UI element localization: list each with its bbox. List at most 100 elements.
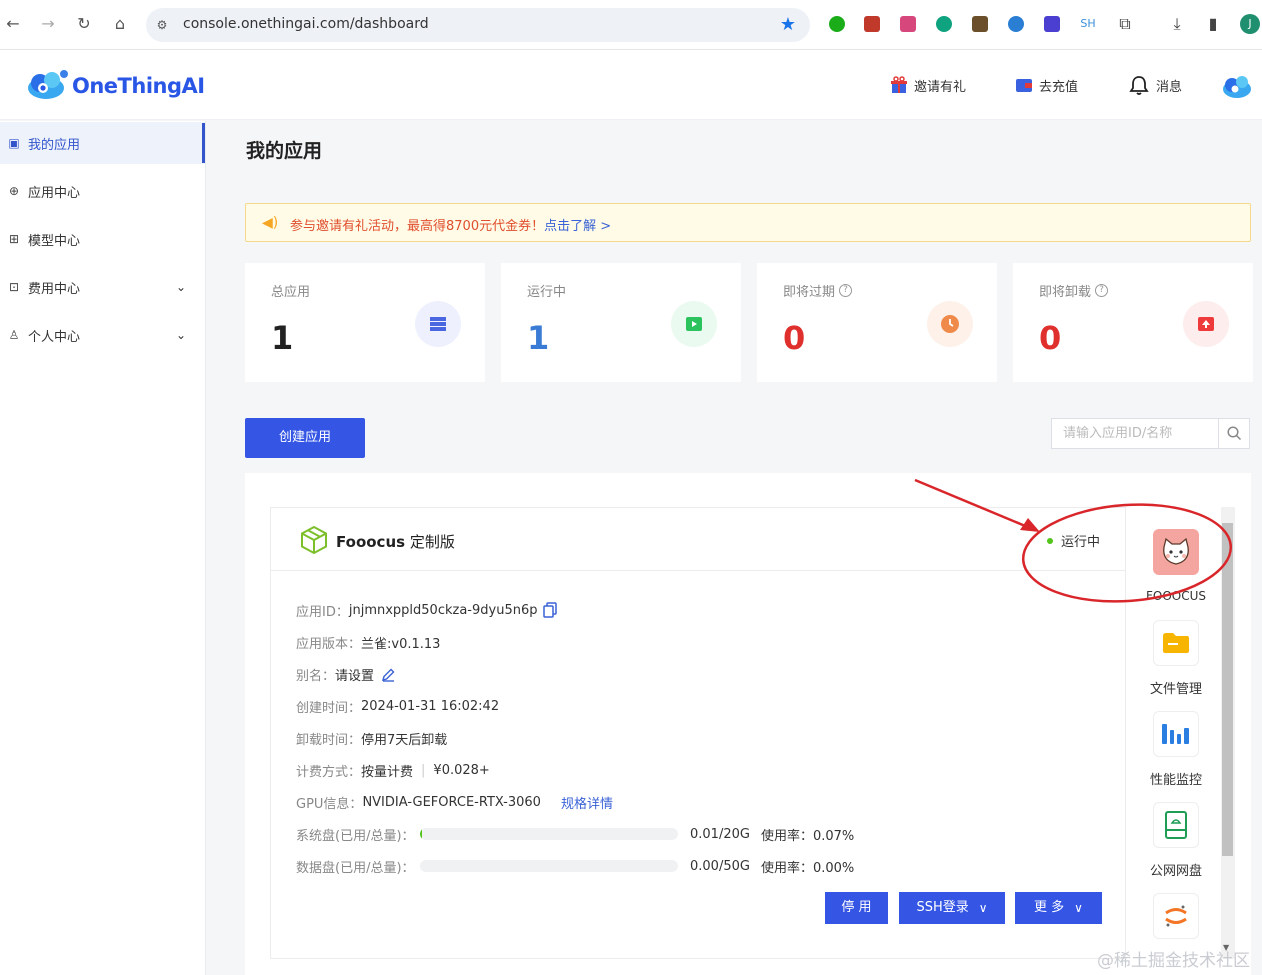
field-label: 创建时间：: [296, 700, 362, 716]
extensions-puzzle-icon[interactable]: ⧉: [1114, 13, 1136, 35]
notice-link[interactable]: 点击了解 >: [544, 219, 611, 234]
cat-face-icon: [1153, 529, 1199, 575]
search-button[interactable]: [1218, 419, 1250, 448]
sidebar-item-label: 应用中心: [28, 185, 81, 201]
stat-card-running: 运行中 1: [501, 263, 741, 382]
help-icon[interactable]: ?: [1095, 284, 1109, 297]
clock-icon: [927, 301, 973, 347]
app-name-main: Fooocus: [336, 533, 406, 551]
bell-icon: [1129, 76, 1149, 95]
search-box: [1051, 418, 1250, 449]
stat-label-text: 即将过期: [783, 285, 836, 300]
copy-icon[interactable]: [543, 602, 558, 618]
chatgpt-extension-icon[interactable]: [936, 16, 952, 32]
shield-extension-icon[interactable]: [1044, 16, 1060, 32]
download-icon[interactable]: ⤓: [1166, 13, 1188, 35]
stat-value: 1: [271, 319, 294, 357]
sidebar-item-app-center[interactable]: ⊕ 应用中心: [0, 170, 205, 212]
stat-value: 0: [1039, 319, 1062, 357]
info-row-version: 应用版本： 兰雀:v0.1.13: [296, 632, 440, 652]
wechat-extension-icon[interactable]: [829, 16, 845, 32]
status-label: 运行中: [1061, 535, 1101, 550]
sidepanel-icon[interactable]: ▮: [1202, 13, 1224, 35]
edit-icon[interactable]: [381, 667, 396, 682]
stat-card-total: 总应用 1: [245, 263, 485, 382]
field-label: 系统盘(已用/总量)：: [296, 828, 415, 844]
bookmark-star-icon[interactable]: ★: [780, 14, 796, 35]
search-icon: [1227, 426, 1242, 441]
recharge-label: 去充值: [1039, 79, 1079, 95]
datadisk-value: 0.00/50G: [690, 858, 750, 874]
pdf-extension-icon[interactable]: [864, 16, 880, 32]
play-icon: [671, 301, 717, 347]
create-app-button[interactable]: 创建应用: [245, 418, 365, 458]
globe-icon: ⊕: [8, 184, 20, 198]
app-name-suffix: 定制版: [405, 533, 455, 551]
sysdisk-stats: 0.01/20G 使用率：0.07%: [690, 824, 854, 844]
translate-extension-icon[interactable]: [900, 16, 916, 32]
bar-chart-icon: [1153, 711, 1199, 757]
recharge-link[interactable]: 去充值: [1015, 74, 1078, 96]
upload-alert-icon: [1183, 301, 1229, 347]
more-button[interactable]: 更 多 ∨: [1015, 892, 1102, 924]
jupyter-icon: [1153, 893, 1199, 939]
site-settings-icon[interactable]: ⚙: [154, 17, 170, 33]
stat-label-text: 运行中: [527, 285, 567, 300]
sidebar-item-my-apps[interactable]: ▣ 我的应用: [0, 122, 205, 164]
back-icon[interactable]: ←: [3, 14, 23, 34]
invite-link[interactable]: 邀请有礼: [890, 74, 966, 96]
stat-value: 0: [783, 319, 806, 357]
created-value: 2024-01-31 16:02:42: [361, 698, 500, 714]
rail-item-label: 文件管理: [1149, 682, 1202, 697]
search-input[interactable]: [1052, 419, 1218, 448]
spec-details-link[interactable]: 规格详情: [561, 793, 613, 812]
uninstall-value: 停用7天后卸载: [361, 732, 448, 748]
rail-scrollbar-thumb[interactable]: [1222, 523, 1233, 856]
forward-icon[interactable]: →: [38, 14, 58, 34]
profile-avatar[interactable]: J: [1240, 14, 1260, 34]
sh-extension-icon[interactable]: SH: [1080, 16, 1096, 32]
stat-label: 运行中: [527, 281, 566, 300]
ssh-login-button[interactable]: SSH登录 ∨: [899, 892, 1005, 924]
watermark: @稀土掘金技术社区: [1097, 951, 1250, 971]
sidebar-item-billing-center[interactable]: ⊡ 费用中心 ⌄: [0, 266, 205, 308]
list-icon: [415, 301, 461, 347]
chevron-down-icon: ∨: [1074, 901, 1083, 915]
sidebar-item-label: 模型中心: [28, 233, 81, 249]
rail-item-label: FOOOCUS: [1145, 589, 1207, 603]
help-icon[interactable]: ?: [839, 284, 853, 297]
globe-extension-icon[interactable]: [1008, 16, 1024, 32]
user-avatar[interactable]: [1220, 68, 1254, 102]
info-row-billing: 计费方式： 按量计费 | ¥0.028+: [296, 760, 490, 780]
invoice-icon: ⊡: [8, 280, 20, 294]
info-row-id: 应用ID： jnjmnxppld50ckza-9dyu5n6p: [296, 600, 558, 620]
sidebar-item-model-center[interactable]: ⊞ 模型中心: [0, 218, 205, 260]
billing-price: ¥0.028+: [433, 762, 490, 778]
app-name[interactable]: Fooocus 定制版: [336, 531, 455, 552]
onethingai-logo-icon[interactable]: [24, 66, 70, 102]
wallet-icon: [1016, 79, 1032, 92]
stat-value: 1: [527, 319, 550, 357]
invite-label: 邀请有礼: [914, 79, 967, 95]
stat-card-expiring: 即将过期? 0: [757, 263, 997, 382]
address-bar[interactable]: ⚙ console.onethingai.com/dashboard ★: [146, 8, 810, 42]
notice-message: 参与邀请有礼活动，最高得8700元代金券！: [290, 219, 545, 234]
home-icon[interactable]: ⌂: [110, 14, 130, 34]
notice-text: 参与邀请有礼活动，最高得8700元代金券！点击了解 >: [290, 215, 611, 234]
ssh-label: SSH登录: [916, 900, 969, 915]
brand-name[interactable]: OneThingAI: [72, 74, 205, 98]
status-dot: [1047, 537, 1053, 544]
stat-card-uninstalling: 即将卸载? 0: [1013, 263, 1253, 382]
sidebar-item-personal-center[interactable]: ♙ 个人中心 ⌄: [0, 314, 205, 356]
app-header: OneThingAI 邀请有礼 去充值 消息: [0, 50, 1262, 120]
field-label: GPU信息：: [296, 796, 363, 812]
reload-icon[interactable]: ↻: [74, 14, 94, 34]
messages-link[interactable]: 消息: [1128, 74, 1182, 96]
stop-button[interactable]: 停 用: [825, 892, 888, 924]
alias-value: 请设置: [335, 668, 375, 684]
field-label: 卸载时间：: [296, 732, 362, 748]
stat-label: 总应用: [271, 281, 310, 300]
sidebar: ▣ 我的应用 ⊕ 应用中心 ⊞ 模型中心 ⊡ 费用中心 ⌄ ♙ 个人中心 ⌄: [0, 121, 206, 975]
stat-label: 即将过期?: [783, 281, 853, 300]
avatar-extension-icon[interactable]: [972, 16, 988, 32]
